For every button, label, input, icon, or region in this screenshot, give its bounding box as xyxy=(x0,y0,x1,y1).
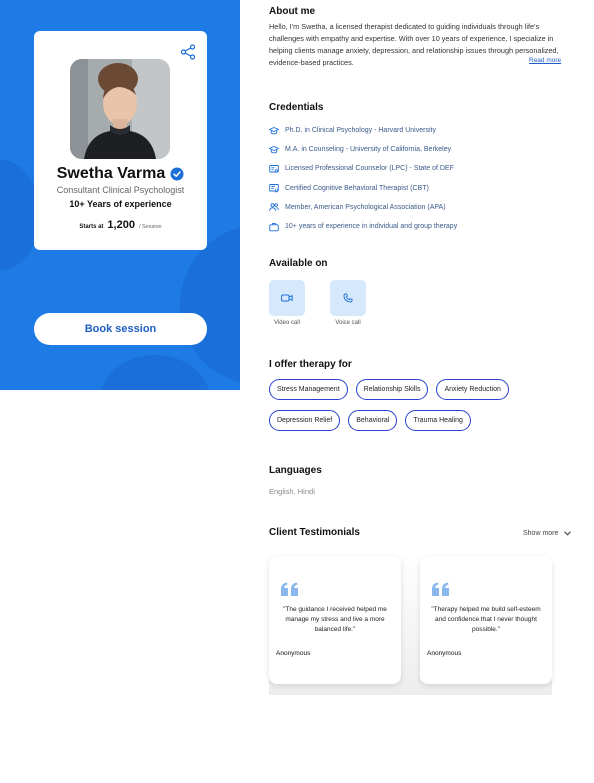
therapist-role: Consultant Clinical Psychologist xyxy=(56,185,185,195)
video-call-option[interactable]: Video call xyxy=(269,280,305,326)
testimonial-card: "The guidance I received helped me manag… xyxy=(269,556,401,684)
show-more-label: Show more xyxy=(523,530,559,537)
credential-text: 10+ years of experience in individual an… xyxy=(285,223,458,231)
phone-icon xyxy=(343,293,353,303)
therapist-name: Swetha Varma xyxy=(56,165,166,182)
available-title: Available on xyxy=(269,258,328,269)
avatar xyxy=(70,59,170,159)
certificate-icon xyxy=(269,184,279,193)
credential-text: Licensed Professional Counselor (LPC) - … xyxy=(285,165,454,173)
tag-row: Stress Management Relationship Skills An… xyxy=(269,379,569,400)
about-title: About me xyxy=(269,6,316,17)
credentials-title: Credentials xyxy=(269,102,324,113)
testimonial-author: Anonymous xyxy=(276,650,311,657)
credential-item: 10+ years of experience in individual an… xyxy=(269,217,569,236)
credential-item: Ph.D. in Clinical Psychology - Harvard U… xyxy=(269,121,569,140)
therapy-tag[interactable]: Depression Relief xyxy=(269,410,341,431)
testimonial-author: Anonymous xyxy=(427,650,462,657)
therapy-tag[interactable]: Relationship Skills xyxy=(355,379,429,400)
credential-item: M.A. in Counseling - University of Calif… xyxy=(269,140,569,159)
testimonial-card: "Therapy helped me build self-esteem and… xyxy=(420,556,552,684)
name-row: Swetha Varma xyxy=(34,165,207,183)
video-call-button[interactable] xyxy=(269,280,305,316)
therapy-tag[interactable]: Anxiety Reduction xyxy=(436,379,509,400)
price-row: Starts at 1,200 / Session xyxy=(34,219,207,231)
license-card-icon xyxy=(269,165,279,173)
people-icon xyxy=(269,203,279,212)
video-call-label: Video call xyxy=(274,320,300,326)
share-icon[interactable] xyxy=(180,44,196,60)
testimonial-quote: "Therapy helped me build self-esteem and… xyxy=(431,606,541,633)
credential-item: Certified Cognitive Behavioral Therapist… xyxy=(269,179,569,198)
per-session-label: / Session xyxy=(138,224,162,230)
show-more-button[interactable]: Show more xyxy=(523,530,572,537)
quote-icon xyxy=(281,582,298,596)
graduation-cap-icon xyxy=(269,126,279,134)
book-session-button[interactable]: Book session xyxy=(34,313,207,345)
starts-at-label: Starts at xyxy=(79,224,104,230)
credential-item: Licensed Professional Counselor (LPC) - … xyxy=(269,159,569,178)
testimonial-quote: "The guidance I received helped me manag… xyxy=(283,606,387,633)
credential-item: Member, American Psychological Associati… xyxy=(269,198,569,217)
testimonials-title: Client Testimonials xyxy=(269,527,360,538)
credential-text: Ph.D. in Clinical Psychology - Harvard U… xyxy=(285,127,436,135)
profile-panel: Swetha Varma Consultant Clinical Psychol… xyxy=(0,0,240,390)
read-more-link[interactable]: Read more xyxy=(529,57,561,64)
about-text: Hello, I'm Swetha, a licensed therapist … xyxy=(269,22,559,67)
decorative-circle xyxy=(100,355,210,390)
voice-call-option[interactable]: Voice call xyxy=(330,280,366,326)
briefcase-icon xyxy=(269,222,279,231)
verified-badge-icon xyxy=(170,167,184,181)
languages-text: English, Hindi xyxy=(269,487,315,496)
tag-row: Depression Relief Behavioral Trauma Heal… xyxy=(269,410,569,431)
therapy-title: I offer therapy for xyxy=(269,359,352,370)
credential-text: Certified Cognitive Behavioral Therapist… xyxy=(285,184,429,192)
credential-text: Member, American Psychological Associati… xyxy=(285,203,446,211)
session-price: 1,200 xyxy=(107,219,135,231)
therapy-tag[interactable]: Stress Management xyxy=(269,379,348,400)
therapy-tags: Stress Management Relationship Skills An… xyxy=(269,379,569,441)
credential-text: M.A. in Counseling - University of Calif… xyxy=(285,146,452,154)
experience-years: 10+ Years of experience xyxy=(69,199,172,209)
languages-title: Languages xyxy=(269,465,322,476)
voice-call-button[interactable] xyxy=(330,280,366,316)
chevron-down-icon xyxy=(564,531,572,536)
quote-icon xyxy=(432,582,449,596)
therapy-tag[interactable]: Behavioral xyxy=(348,410,398,431)
credentials-list: Ph.D. in Clinical Psychology - Harvard U… xyxy=(269,121,569,236)
video-camera-icon xyxy=(281,294,293,302)
profile-card: Swetha Varma Consultant Clinical Psychol… xyxy=(34,31,207,250)
voice-call-label: Voice call xyxy=(335,320,361,326)
therapy-tag[interactable]: Trauma Healing xyxy=(405,410,471,431)
graduation-cap-icon xyxy=(269,145,279,154)
